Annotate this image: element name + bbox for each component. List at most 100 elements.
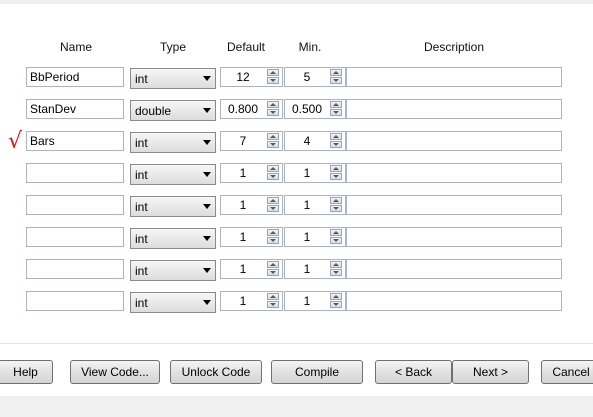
default-value-spinbox[interactable]: 1 xyxy=(220,195,283,215)
min-value-spinbox[interactable]: 1 xyxy=(284,259,346,279)
dropdown-arrow-icon[interactable] xyxy=(203,300,211,305)
spin-down-icon[interactable] xyxy=(330,173,342,180)
parameter-name-input[interactable]: BbPeriod xyxy=(26,67,124,87)
spin-up-icon[interactable] xyxy=(267,197,279,204)
spin-down-icon[interactable] xyxy=(267,109,279,116)
spin-down-icon[interactable] xyxy=(267,205,279,212)
dropdown-arrow-icon[interactable] xyxy=(203,172,211,177)
spin-up-icon[interactable] xyxy=(267,165,279,172)
spinner-buttons[interactable] xyxy=(267,101,280,117)
dropdown-arrow-icon[interactable] xyxy=(203,76,211,81)
parameter-type-select[interactable]: int xyxy=(130,132,216,153)
spinner-buttons[interactable] xyxy=(330,69,343,85)
spin-up-icon[interactable] xyxy=(330,197,342,204)
spinner-buttons[interactable] xyxy=(267,133,280,149)
dropdown-arrow-icon[interactable] xyxy=(203,236,211,241)
default-value-spinbox[interactable]: 1 xyxy=(220,163,283,183)
description-input[interactable] xyxy=(346,227,562,247)
spinner-buttons[interactable] xyxy=(267,69,280,85)
spinner-buttons[interactable] xyxy=(330,133,343,149)
description-input[interactable] xyxy=(346,99,562,119)
default-value-spinbox[interactable]: 0.800 xyxy=(220,99,283,119)
back-button[interactable]: < Back xyxy=(375,360,452,384)
spin-up-icon[interactable] xyxy=(330,293,342,300)
unlock-code-button[interactable]: Unlock Code xyxy=(170,360,262,384)
spin-down-icon[interactable] xyxy=(267,269,279,276)
spin-down-icon[interactable] xyxy=(330,77,342,84)
min-value-spinbox[interactable]: 1 xyxy=(284,227,346,247)
spin-down-icon[interactable] xyxy=(267,77,279,84)
spinner-buttons[interactable] xyxy=(330,293,343,309)
min-value-spinbox[interactable]: 0.500 xyxy=(284,99,346,119)
description-input[interactable] xyxy=(346,67,562,87)
spinner-buttons[interactable] xyxy=(267,197,280,213)
min-value-spinbox[interactable]: 4 xyxy=(284,131,346,151)
parameter-name-input[interactable] xyxy=(26,163,124,183)
dropdown-arrow-icon[interactable] xyxy=(203,108,211,113)
spinner-buttons[interactable] xyxy=(267,165,280,181)
description-input[interactable] xyxy=(346,195,562,215)
spin-up-icon[interactable] xyxy=(330,165,342,172)
dropdown-arrow-icon[interactable] xyxy=(203,204,211,209)
spin-up-icon[interactable] xyxy=(267,261,279,268)
spin-up-icon[interactable] xyxy=(330,133,342,140)
spin-up-icon[interactable] xyxy=(330,101,342,108)
parameter-name-input[interactable] xyxy=(26,259,124,279)
default-value-spinbox[interactable]: 7 xyxy=(220,131,283,151)
spin-up-icon[interactable] xyxy=(267,229,279,236)
spinner-buttons[interactable] xyxy=(267,229,280,245)
cancel-button[interactable]: Cancel xyxy=(541,360,593,384)
min-value-spinbox[interactable]: 5 xyxy=(284,67,346,87)
description-input[interactable] xyxy=(346,291,562,311)
description-input[interactable] xyxy=(346,131,562,151)
description-input[interactable] xyxy=(346,259,562,279)
spin-down-icon[interactable] xyxy=(330,109,342,116)
parameter-type-select[interactable]: int xyxy=(130,196,216,217)
parameter-name-input[interactable]: Bars xyxy=(26,131,124,151)
spin-up-icon[interactable] xyxy=(330,69,342,76)
parameter-type-select[interactable]: int xyxy=(130,164,216,185)
parameter-type-select[interactable]: double xyxy=(130,100,216,121)
default-value-spinbox[interactable]: 1 xyxy=(220,259,283,279)
view-code-button[interactable]: View Code... xyxy=(70,360,160,384)
min-value-spinbox[interactable]: 1 xyxy=(284,195,346,215)
spin-up-icon[interactable] xyxy=(330,229,342,236)
parameter-name-input[interactable] xyxy=(26,195,124,215)
spinner-buttons[interactable] xyxy=(330,165,343,181)
spin-down-icon[interactable] xyxy=(330,269,342,276)
parameter-type-select[interactable]: int xyxy=(130,292,216,313)
spinner-buttons[interactable] xyxy=(330,101,343,117)
parameter-type-select[interactable]: int xyxy=(130,228,216,249)
spin-down-icon[interactable] xyxy=(330,205,342,212)
min-value-spinbox[interactable]: 1 xyxy=(284,163,346,183)
spin-up-icon[interactable] xyxy=(267,133,279,140)
spin-up-icon[interactable] xyxy=(267,293,279,300)
spin-up-icon[interactable] xyxy=(267,101,279,108)
spin-up-icon[interactable] xyxy=(330,261,342,268)
spinner-buttons[interactable] xyxy=(330,261,343,277)
next-button[interactable]: Next > xyxy=(452,360,529,384)
min-value-spinbox[interactable]: 1 xyxy=(284,291,346,311)
spin-down-icon[interactable] xyxy=(267,237,279,244)
spinner-buttons[interactable] xyxy=(267,261,280,277)
spin-down-icon[interactable] xyxy=(267,301,279,308)
spin-down-icon[interactable] xyxy=(330,237,342,244)
default-value-spinbox[interactable]: 1 xyxy=(220,291,283,311)
description-input[interactable] xyxy=(346,163,562,183)
spin-down-icon[interactable] xyxy=(330,301,342,308)
spin-up-icon[interactable] xyxy=(267,69,279,76)
spinner-buttons[interactable] xyxy=(330,229,343,245)
spinner-buttons[interactable] xyxy=(267,293,280,309)
parameter-name-input[interactable]: StanDev xyxy=(26,99,124,119)
parameter-type-select[interactable]: int xyxy=(130,68,216,89)
spin-down-icon[interactable] xyxy=(267,141,279,148)
parameter-name-input[interactable] xyxy=(26,291,124,311)
spin-down-icon[interactable] xyxy=(330,141,342,148)
help-button[interactable]: Help xyxy=(0,360,53,384)
spin-down-icon[interactable] xyxy=(267,173,279,180)
parameter-name-input[interactable] xyxy=(26,227,124,247)
dropdown-arrow-icon[interactable] xyxy=(203,268,211,273)
spinner-buttons[interactable] xyxy=(330,197,343,213)
dropdown-arrow-icon[interactable] xyxy=(203,140,211,145)
default-value-spinbox[interactable]: 1 xyxy=(220,227,283,247)
